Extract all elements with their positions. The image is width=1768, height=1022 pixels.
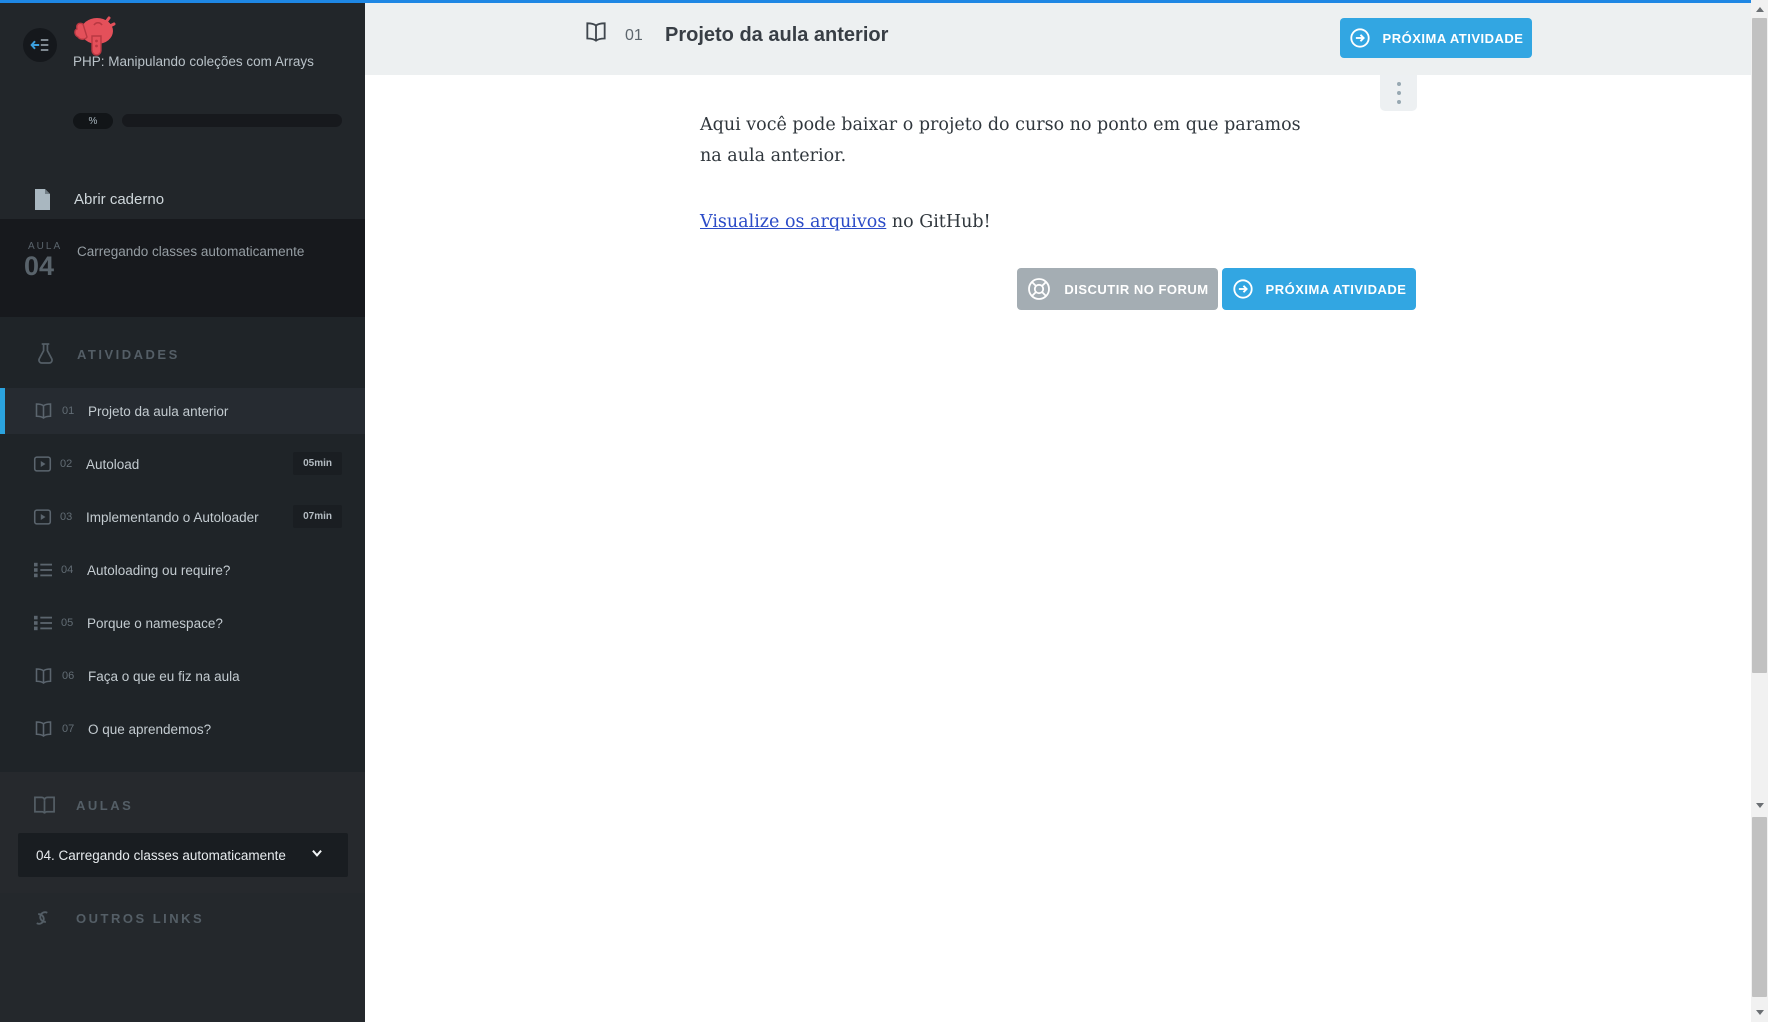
open-notebook-label: Abrir caderno (74, 190, 165, 208)
activity-item-autoload[interactable]: 02 Autoload 05min (0, 441, 365, 487)
lesson-title: Carregando classes automaticamente (77, 244, 305, 259)
lesson-select-value: 04. Carregando classes automaticamente (36, 847, 286, 863)
lifebuoy-forum-icon (1026, 276, 1052, 302)
activity-item-o-que-aprendemos[interactable]: 07 O que aprendemos? (0, 706, 365, 752)
activity-item-implementando-o-autoloader[interactable]: 03 Implementando o Autoloader 07min (0, 494, 365, 540)
book-open-icon (33, 667, 54, 685)
activity-item-porque-o-namespace[interactable]: 05 Porque o namespace? (0, 600, 365, 646)
scroll-down-arrow[interactable] (1751, 1005, 1768, 1019)
scrollbar-thumb-inner[interactable] (1752, 817, 1767, 997)
sidebar-course-header: PHP: Manipulando coleções com Arrays % A… (0, 0, 365, 219)
chevron-down-icon (310, 846, 324, 860)
next-activity-button-content[interactable]: PRÓXIMA ATIVIDADE (1222, 268, 1416, 310)
sidebar: PHP: Manipulando coleções com Arrays % A… (0, 0, 365, 1022)
activity-number: 01 (625, 27, 643, 44)
activities-list: 01 Projeto da aula anterior 02 Autoload … (0, 388, 365, 759)
circle-arrow-right-icon (1232, 278, 1254, 300)
course-title: PHP: Manipulando coleções com Arrays (73, 54, 314, 69)
discuss-forum-button[interactable]: DISCUTIR NO FORUM (1017, 268, 1218, 310)
chain-links-icon (30, 906, 54, 930)
activity-header: 01 Projeto da aula anterior PRÓXIMA ATIV… (365, 3, 1751, 75)
collapse-sidebar-icon (30, 36, 50, 54)
video-icon (33, 455, 52, 473)
lesson-number: 04 (24, 251, 55, 281)
scrollbar[interactable] (1751, 0, 1768, 1022)
collapse-sidebar-button[interactable] (23, 28, 57, 62)
main-content: 01 Projeto da aula anterior PRÓXIMA ATIV… (365, 0, 1751, 1022)
current-lesson-banner: AULA 04 Carregando classes automaticamen… (0, 219, 365, 317)
video-icon (33, 508, 52, 526)
scrollbar-thumb-outer[interactable] (1752, 18, 1767, 673)
github-files-link[interactable]: Visualize os arquivos (700, 212, 886, 232)
top-accent-bar (0, 0, 1751, 3)
activity-item-faca-o-que-eu-fiz[interactable]: 06 Faça o que eu fiz na aula (0, 653, 365, 699)
document-icon (33, 188, 52, 210)
duration-badge: 07min (293, 505, 342, 528)
open-notebook-button[interactable]: Abrir caderno (0, 180, 365, 218)
activities-header: ATIVIDADES (36, 342, 180, 366)
activity-paragraph: Aqui você pode baixar o projeto do curso… (700, 115, 1301, 166)
duration-badge: 05min (293, 452, 342, 475)
book-icon (33, 795, 56, 815)
flask-icon (36, 342, 55, 366)
activity-item-autoloading-ou-require[interactable]: 04 Autoloading ou require? (0, 547, 365, 593)
other-links-header: OUTROS LINKS (30, 906, 204, 930)
lesson-select-dropdown[interactable]: 04. Carregando classes automaticamente (18, 833, 348, 877)
scroll-up-arrow[interactable] (1751, 2, 1768, 16)
quiz-list-icon (33, 614, 53, 632)
quiz-list-icon (33, 561, 53, 579)
activity-item-projeto-da-aula-anterior[interactable]: 01 Projeto da aula anterior (0, 388, 365, 434)
github-link-line: Visualize os arquivos no GitHub! (700, 212, 991, 232)
scroll-down-arrow-inner[interactable] (1751, 798, 1768, 812)
course-progress-bar (122, 114, 342, 127)
lessons-header: AULAS (33, 795, 133, 815)
course-page: PHP: Manipulando coleções com Arrays % A… (0, 0, 1768, 1022)
activities-section: ATIVIDADES 01 Projeto da aula anterior 0… (0, 317, 365, 772)
kebab-menu-button[interactable] (1380, 75, 1417, 111)
book-open-icon (583, 20, 609, 44)
next-activity-button-header[interactable]: PRÓXIMA ATIVIDADE (1340, 18, 1532, 58)
book-open-icon (33, 402, 54, 420)
book-open-icon (33, 720, 54, 738)
progress-percent-badge: % (73, 113, 113, 129)
other-links-section: OUTROS LINKS Fórum Trocar Curso (0, 893, 365, 1022)
circle-arrow-right-icon (1349, 27, 1371, 49)
activity-title: Projeto da aula anterior (665, 24, 889, 46)
lessons-section: AULAS 04. Carregando classes automaticam… (0, 772, 365, 893)
